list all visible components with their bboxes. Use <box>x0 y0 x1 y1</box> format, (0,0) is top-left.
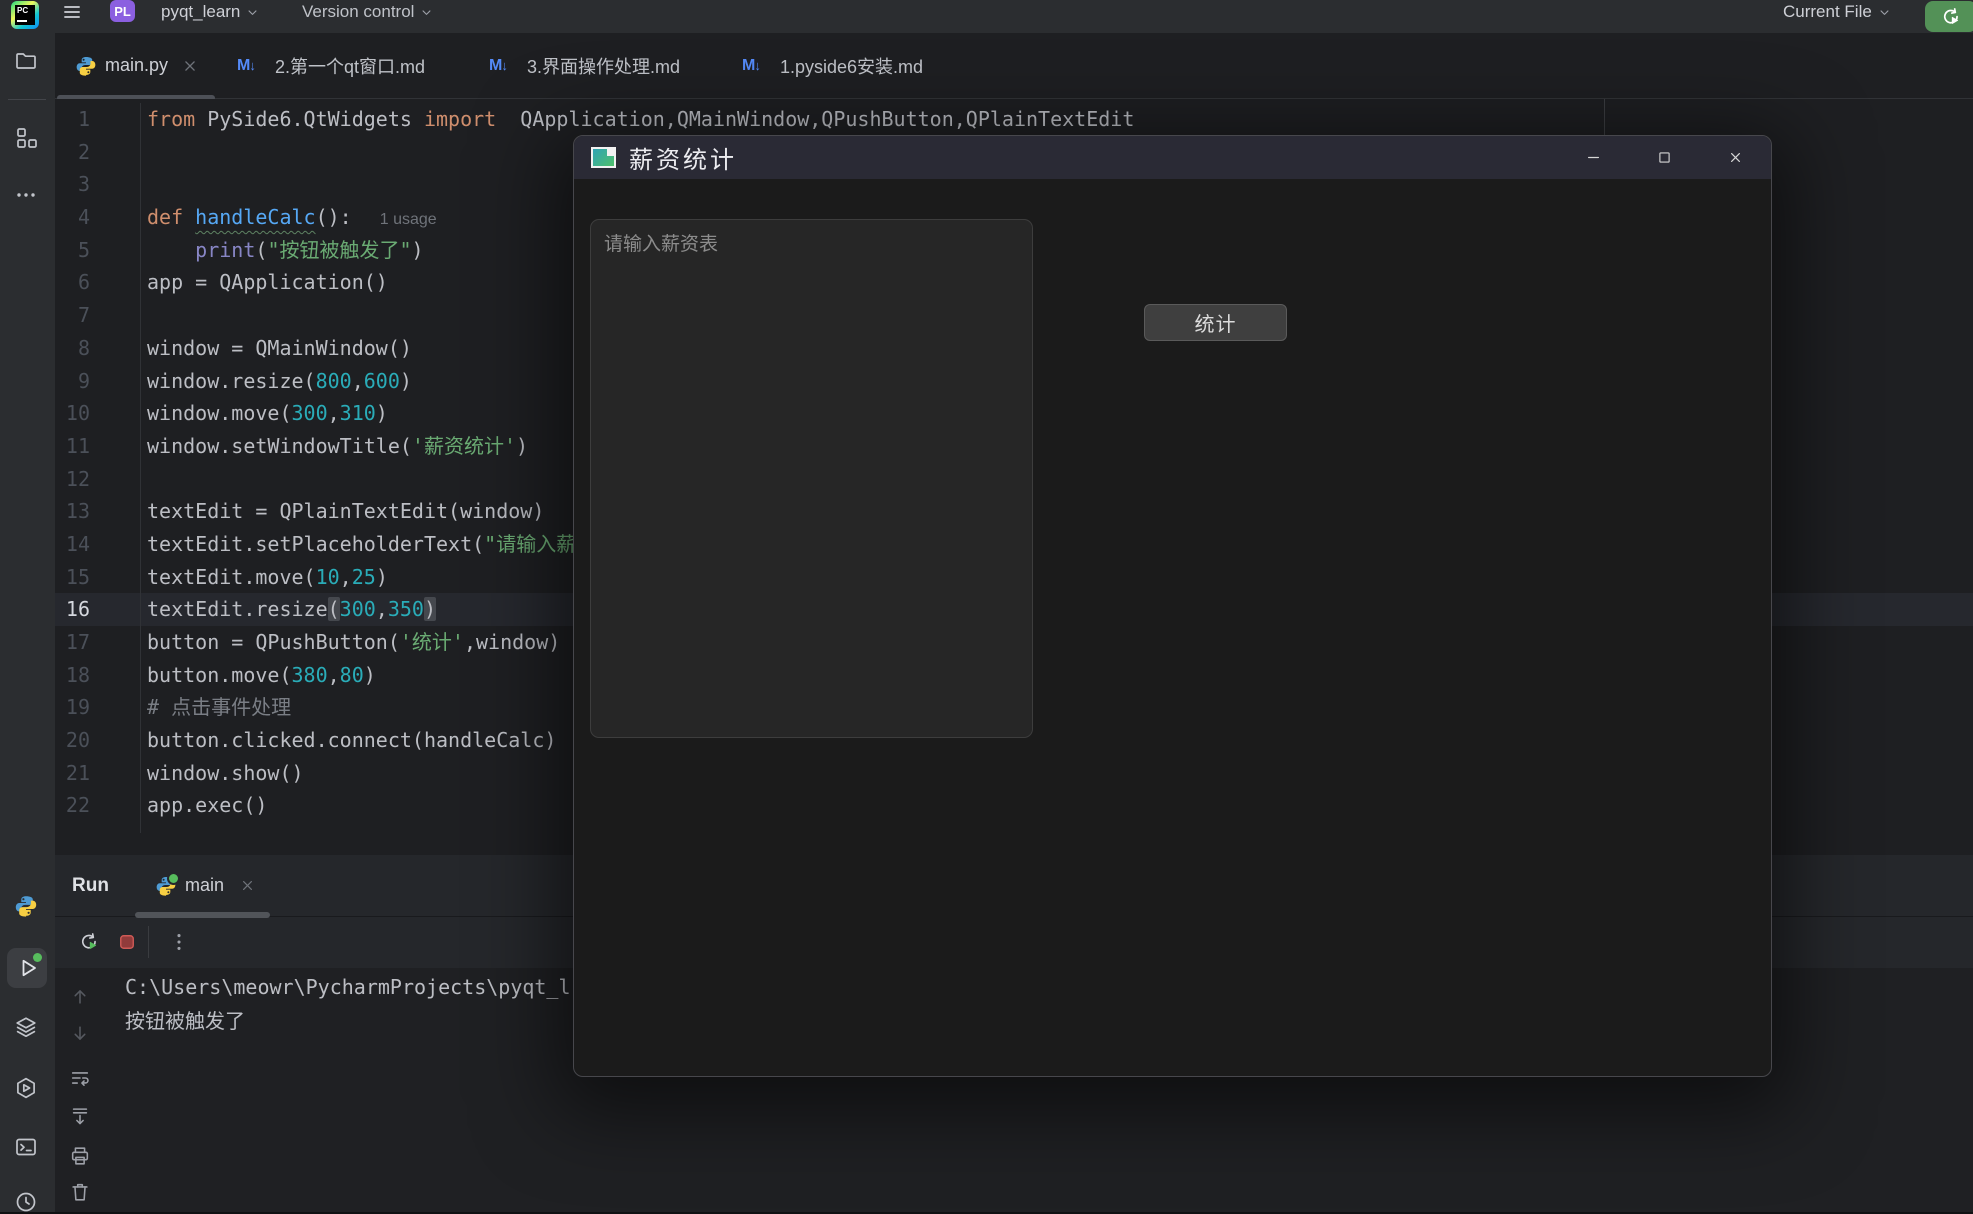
line-number[interactable]: 20 <box>55 724 140 757</box>
run-tab-underline <box>135 912 270 918</box>
close-icon[interactable] <box>181 57 199 75</box>
minimize-icon[interactable] <box>1585 149 1602 166</box>
line-number[interactable]: 8 <box>55 332 140 365</box>
problems-icon[interactable] <box>14 1076 38 1100</box>
running-indicator-dot <box>167 872 180 885</box>
editor-divider <box>1604 99 1605 135</box>
hamburger-menu-icon[interactable] <box>61 2 83 22</box>
line-number[interactable]: 7 <box>55 299 140 332</box>
python-icon <box>155 875 177 897</box>
python-icon <box>75 55 97 77</box>
services-icon[interactable] <box>14 1015 38 1039</box>
tool-window-stripe <box>0 33 55 1212</box>
vcs-widget[interactable]: Version control <box>302 2 434 22</box>
line-number[interactable]: 19 <box>55 691 140 724</box>
line-number[interactable]: 14 <box>55 528 140 561</box>
line-number[interactable]: 2 <box>55 136 140 169</box>
editor-gutter[interactable]: 12345678910111213141516171819202122 <box>55 103 141 833</box>
pycharm-window: PC PL pyqt_learn Version control Current… <box>0 0 1973 1212</box>
console-line: 按钮被触发了 <box>125 1005 571 1039</box>
code-line-1: from PySide6.QtWidgets import QApplicati… <box>147 103 1134 136</box>
running-indicator-dot <box>33 953 42 962</box>
line-number[interactable]: 1 <box>55 103 140 136</box>
project-selector[interactable]: pyqt_learn <box>161 2 260 22</box>
stats-button[interactable]: 统计 <box>1144 304 1287 341</box>
main-toolbar: PC PL pyqt_learn Version control Current… <box>0 0 1973 33</box>
tab-1.pyside6安装.md[interactable]: M↓ 1.pyside6安装.md <box>730 33 954 98</box>
line-number[interactable]: 5 <box>55 234 140 267</box>
maximize-icon[interactable] <box>1656 149 1673 166</box>
stop-icon[interactable] <box>117 931 137 953</box>
app-window-icon <box>591 147 616 168</box>
soft-wrap-icon[interactable] <box>69 1067 91 1089</box>
tab-label: 1.pyside6安装.md <box>780 53 923 79</box>
line-number[interactable]: 6 <box>55 266 140 299</box>
line-number[interactable]: 15 <box>55 561 140 594</box>
line-number[interactable]: 9 <box>55 365 140 398</box>
markdown-icon: M↓ <box>489 55 519 77</box>
tab-label: main.py <box>105 55 168 76</box>
toolbar-separator <box>148 926 149 958</box>
markdown-icon: M↓ <box>742 55 772 77</box>
rerun-icon <box>1940 6 1962 28</box>
structure-icon[interactable] <box>14 126 38 150</box>
salary-textedit[interactable]: 请输入薪资表 <box>590 219 1033 738</box>
close-icon[interactable] <box>1727 149 1744 166</box>
run-panel-title: Run <box>72 855 109 916</box>
usage-hint: 1 usage <box>380 211 437 228</box>
stripe-divider <box>8 99 46 100</box>
markdown-icon: M↓ <box>237 55 267 77</box>
line-number[interactable]: 11 <box>55 430 140 463</box>
clear-all-icon[interactable] <box>69 1181 91 1203</box>
scroll-down-icon[interactable] <box>69 1023 91 1045</box>
tab-2.第一个qt窗口.md[interactable]: M↓ 2.第一个qt窗口.md <box>225 33 453 98</box>
line-number[interactable]: 16 <box>55 593 140 626</box>
line-number[interactable]: 4 <box>55 201 140 234</box>
project-folder-icon[interactable] <box>14 49 38 73</box>
python-packages-icon[interactable] <box>14 894 38 918</box>
run-configuration-selector[interactable]: Current File <box>1783 2 1892 22</box>
more-tool-windows-icon[interactable] <box>14 183 38 207</box>
tab-3.界面操作处理.md[interactable]: M↓ 3.界面操作处理.md <box>477 33 707 98</box>
chevron-down-icon <box>245 5 260 20</box>
tab-label: 3.界面操作处理.md <box>527 53 680 79</box>
pycharm-logo-icon: PC <box>11 1 39 29</box>
console-line: C:\Users\meowr\PycharmProjects\pyqt_l <box>125 971 571 1005</box>
run-tab-main[interactable]: main <box>155 855 256 916</box>
run-console-output[interactable]: C:\Users\meowr\PycharmProjects\pyqt_l按钮被… <box>125 971 571 1038</box>
line-number[interactable]: 21 <box>55 757 140 790</box>
editor-tabs: main.py M↓ 2.第一个qt窗口.md M↓ 3.界面操作处理.md M↓ 1.py… <box>55 33 1973 99</box>
qt-dialog-salary-stats: 薪资统计 请输入薪资表 统计 <box>573 135 1772 1077</box>
tab-main.py[interactable]: main.py <box>63 33 221 98</box>
scroll-up-icon[interactable] <box>69 985 91 1007</box>
run-tool-window-button[interactable] <box>7 948 47 988</box>
rerun-current-file-button[interactable] <box>1925 1 1973 32</box>
close-icon[interactable] <box>239 877 256 894</box>
terminal-icon[interactable] <box>14 1135 38 1159</box>
line-number[interactable]: 3 <box>55 168 140 201</box>
line-number[interactable]: 17 <box>55 626 140 659</box>
project-badge[interactable]: PL <box>110 0 135 22</box>
chevron-down-icon <box>419 5 434 20</box>
line-number[interactable]: 10 <box>55 397 140 430</box>
rerun-icon[interactable] <box>78 931 100 953</box>
line-number[interactable]: 12 <box>55 463 140 496</box>
print-icon[interactable] <box>69 1145 91 1167</box>
more-options-kebab-icon[interactable] <box>168 931 190 953</box>
textedit-placeholder: 请输入薪资表 <box>604 234 718 255</box>
history-clock-icon[interactable] <box>14 1190 38 1214</box>
chevron-down-icon <box>1877 5 1892 20</box>
tab-label: 2.第一个qt窗口.md <box>275 53 425 79</box>
dialog-title: 薪资统计 <box>629 140 737 175</box>
scroll-to-end-icon[interactable] <box>69 1105 91 1127</box>
line-number[interactable]: 13 <box>55 495 140 528</box>
line-number[interactable]: 18 <box>55 659 140 692</box>
line-number[interactable]: 22 <box>55 789 140 822</box>
